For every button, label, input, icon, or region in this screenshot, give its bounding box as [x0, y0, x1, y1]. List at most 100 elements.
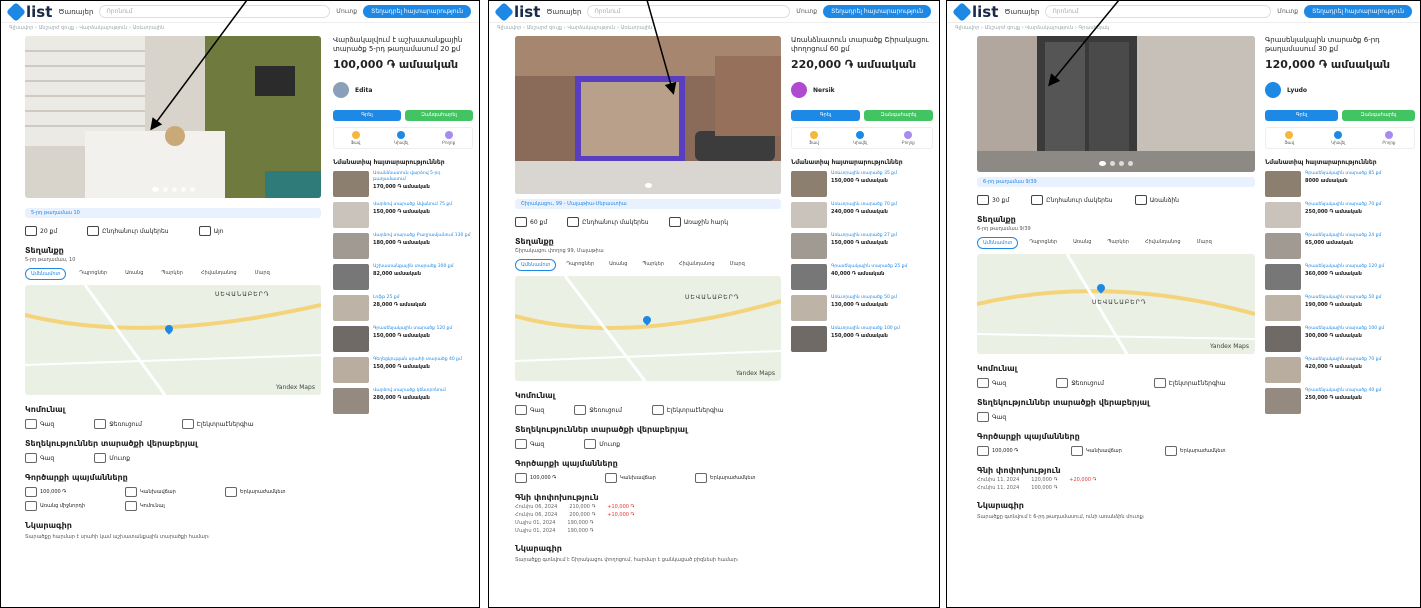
- tab-parks[interactable]: Պարկեր: [1102, 237, 1134, 249]
- seller[interactable]: Lyudo: [1265, 82, 1415, 98]
- share-action[interactable]: Կիսվել: [394, 131, 408, 145]
- similar-title[interactable]: Գեղեցկության սրահի տարածք 40 քմ: [373, 357, 462, 363]
- category-menu[interactable]: Ծառայեր: [58, 8, 93, 16]
- breadcrumb[interactable]: Գլխավոր › Անշարժ գույք › Վարձակալություն…: [1, 23, 479, 33]
- similar-thumbnail[interactable]: [1265, 233, 1301, 259]
- post-ad-button[interactable]: Տեղադրել հայտարարություն: [823, 5, 931, 18]
- similar-item[interactable]: Գրասենյակային տարածք 70 քմ 250,000 ֏ ամսա…: [1265, 202, 1415, 228]
- similar-item[interactable]: Գրասենյակային տարածք 85 քմ 8000 ամսական: [1265, 171, 1415, 197]
- report-action[interactable]: Բողոք: [902, 131, 915, 145]
- similar-title[interactable]: Լոֆթ 25 քմ: [373, 295, 426, 301]
- similar-thumbnail[interactable]: [1265, 326, 1301, 352]
- similar-item[interactable]: Առևտրային տարածք 27 քմ 150,000 ֏ ամսական: [791, 233, 933, 259]
- similar-thumbnail[interactable]: [791, 171, 827, 197]
- login-link[interactable]: Մուտք: [1277, 8, 1298, 15]
- report-action[interactable]: Բողոք: [1382, 131, 1395, 145]
- similar-thumbnail[interactable]: [333, 388, 369, 414]
- location-strip[interactable]: 5-րդ թաղամաս 10: [25, 208, 321, 218]
- category-menu[interactable]: Ծառայեր: [1004, 8, 1039, 16]
- similar-title[interactable]: Գրասենյակային տարածք 120 քմ: [1305, 264, 1384, 270]
- search-input[interactable]: Որոնում: [587, 5, 791, 18]
- similar-thumbnail[interactable]: [791, 326, 827, 352]
- call-button[interactable]: Զանգահարել: [864, 110, 933, 121]
- tab-parks[interactable]: Պարկեր: [637, 259, 669, 271]
- listing-photo[interactable]: [977, 36, 1255, 172]
- similar-thumbnail[interactable]: [333, 233, 369, 259]
- tab-other[interactable]: Առանց: [1068, 237, 1096, 249]
- similar-item[interactable]: Գրասենյակային տարածք 120 քմ 360,000 ֏ ամս…: [1265, 264, 1415, 290]
- share-action[interactable]: Կիսվել: [853, 131, 867, 145]
- similar-title[interactable]: Առևտրային տարածք 70 քմ: [831, 202, 897, 208]
- search-input[interactable]: Որոնում: [99, 5, 331, 18]
- tab-other[interactable]: Առանց: [604, 259, 632, 271]
- similar-item[interactable]: Առևտրային տարածք 35 քմ 150,000 ֏ ամսական: [791, 171, 933, 197]
- tab-nearest[interactable]: Ամենամոտ: [515, 259, 557, 271]
- login-link[interactable]: Մուտք: [336, 8, 357, 15]
- similar-title[interactable]: Առևտրային տարածք 27 քմ: [831, 233, 897, 239]
- tab-nearest[interactable]: Ամենամոտ: [977, 237, 1019, 249]
- similar-title[interactable]: Վարձով տարածք Բաղրամյանում 130 քմ: [373, 233, 471, 239]
- login-link[interactable]: Մուտք: [796, 8, 817, 15]
- similar-thumbnail[interactable]: [791, 264, 827, 290]
- share-action[interactable]: Կիսվել: [1331, 131, 1345, 145]
- category-menu[interactable]: Ծառայեր: [546, 8, 581, 16]
- similar-title[interactable]: Վարձով տարածք կենտրոնում: [373, 388, 446, 394]
- similar-thumbnail[interactable]: [1265, 295, 1301, 321]
- tab-parks[interactable]: Պարկեր: [156, 268, 188, 280]
- seller[interactable]: Edita: [333, 82, 473, 98]
- similar-thumbnail[interactable]: [333, 295, 369, 321]
- similar-title[interactable]: Գրասենյակային տարածք 25 քմ: [831, 264, 907, 270]
- photo-pager[interactable]: [25, 187, 321, 192]
- similar-item[interactable]: Վարձով տարածք Բաղրամյանում 130 քմ 180,000…: [333, 233, 473, 259]
- similar-title[interactable]: Գրասենյակային տարածք 50 քմ: [1305, 295, 1381, 301]
- similar-item[interactable]: Գրասենյակային տարածք 70 քմ 420,000 ֏ ամսա…: [1265, 357, 1415, 383]
- similar-title[interactable]: Գրասենյակային տարածք 24 քմ: [1305, 233, 1381, 239]
- similar-item[interactable]: Առևտրային տարածք 50 քմ 130,000 ֏ ամսական: [791, 295, 933, 321]
- similar-item[interactable]: Գրասենյակային տարածք 25 քմ 40,000 ֏ ամսակ…: [791, 264, 933, 290]
- similar-thumbnail[interactable]: [333, 202, 369, 228]
- similar-item[interactable]: Գրասենյակային տարածք 100 քմ 300,000 ֏ ամս…: [1265, 326, 1415, 352]
- seller[interactable]: Nersik: [791, 82, 933, 98]
- similar-title[interactable]: Վարձով տարածք Ավանում 75 քմ: [373, 202, 452, 208]
- similar-item[interactable]: Առևտրային տարածք 70 քմ 240,000 ֏ ամսական: [791, 202, 933, 228]
- report-action[interactable]: Բողոք: [442, 131, 455, 145]
- breadcrumb[interactable]: Գլխավոր › Անշարժ գույք › Վարձակալություն…: [489, 23, 939, 33]
- listing-photo[interactable]: [515, 36, 781, 194]
- similar-title[interactable]: Գրասենյակային տարածք 100 քմ: [1305, 326, 1384, 332]
- tab-hospitals[interactable]: Հիվանդանոց: [1140, 237, 1186, 249]
- similar-title[interactable]: Գրասենյակային տարածք 40 քմ: [1305, 388, 1381, 394]
- tab-other[interactable]: Առանց: [120, 268, 148, 280]
- similar-thumbnail[interactable]: [791, 233, 827, 259]
- breadcrumb[interactable]: Գլխավոր › Անշարժ գույք › Վարձակալություն…: [947, 23, 1420, 33]
- similar-thumbnail[interactable]: [1265, 171, 1301, 197]
- similar-title[interactable]: Գրասենյակային տարածք 85 քմ: [1305, 171, 1381, 177]
- similar-item[interactable]: Առևտրային տարածք 100 քմ 150,000 ֏ ամսական: [791, 326, 933, 352]
- similar-thumbnail[interactable]: [1265, 357, 1301, 383]
- similar-title[interactable]: Աշխատանքային տարածք 300 քմ: [373, 264, 454, 270]
- similar-item[interactable]: Գրասենյակային տարածք 24 քմ 65,000 ամսական: [1265, 233, 1415, 259]
- location-strip[interactable]: 6-րդ թաղամաս 9/39: [977, 177, 1255, 187]
- favorite-action[interactable]: Ֆավ: [809, 131, 819, 145]
- call-button[interactable]: Զանգահարել: [405, 110, 473, 121]
- similar-thumbnail[interactable]: [333, 264, 369, 290]
- similar-thumbnail[interactable]: [1265, 388, 1301, 414]
- similar-item[interactable]: Գրասենյակային տարածք 40 քմ 250,000 ֏ ամսա…: [1265, 388, 1415, 414]
- search-input[interactable]: Որոնում: [1045, 5, 1272, 18]
- similar-item[interactable]: Աշխատանքային տարածք 300 քմ 82,000 ամսական: [333, 264, 473, 290]
- similar-item[interactable]: Լոֆթ 25 քմ 28,000 ֏ ամսական: [333, 295, 473, 321]
- photo-pager[interactable]: [977, 161, 1255, 166]
- similar-item[interactable]: Գեղեցկության սրահի տարածք 40 քմ 150,000 ֏…: [333, 357, 473, 383]
- tab-sport[interactable]: Մարզ: [250, 268, 275, 280]
- similar-title[interactable]: Գրասենյակային տարածք 70 քմ: [1305, 202, 1381, 208]
- call-button[interactable]: Զանգահարել: [1342, 110, 1415, 121]
- favorite-action[interactable]: Ֆավ: [1285, 131, 1294, 145]
- map[interactable]: ՍԵՎԱՆԱԲԵՐԴ Yandex Maps: [515, 276, 781, 381]
- tab-nearest[interactable]: Ամենամոտ: [25, 268, 67, 280]
- favorite-action[interactable]: Ֆավ: [351, 131, 360, 145]
- similar-item[interactable]: Գրասենյակային տարածք 50 քմ 190,000 ֏ ամսա…: [1265, 295, 1415, 321]
- post-ad-button[interactable]: Տեղադրել հայտարարություն: [1304, 5, 1412, 18]
- similar-title[interactable]: Գրասենյակային տարածք 120 քմ: [373, 326, 452, 332]
- similar-thumbnail[interactable]: [791, 202, 827, 228]
- tab-sport[interactable]: Մարզ: [1192, 237, 1217, 249]
- similar-thumbnail[interactable]: [1265, 264, 1301, 290]
